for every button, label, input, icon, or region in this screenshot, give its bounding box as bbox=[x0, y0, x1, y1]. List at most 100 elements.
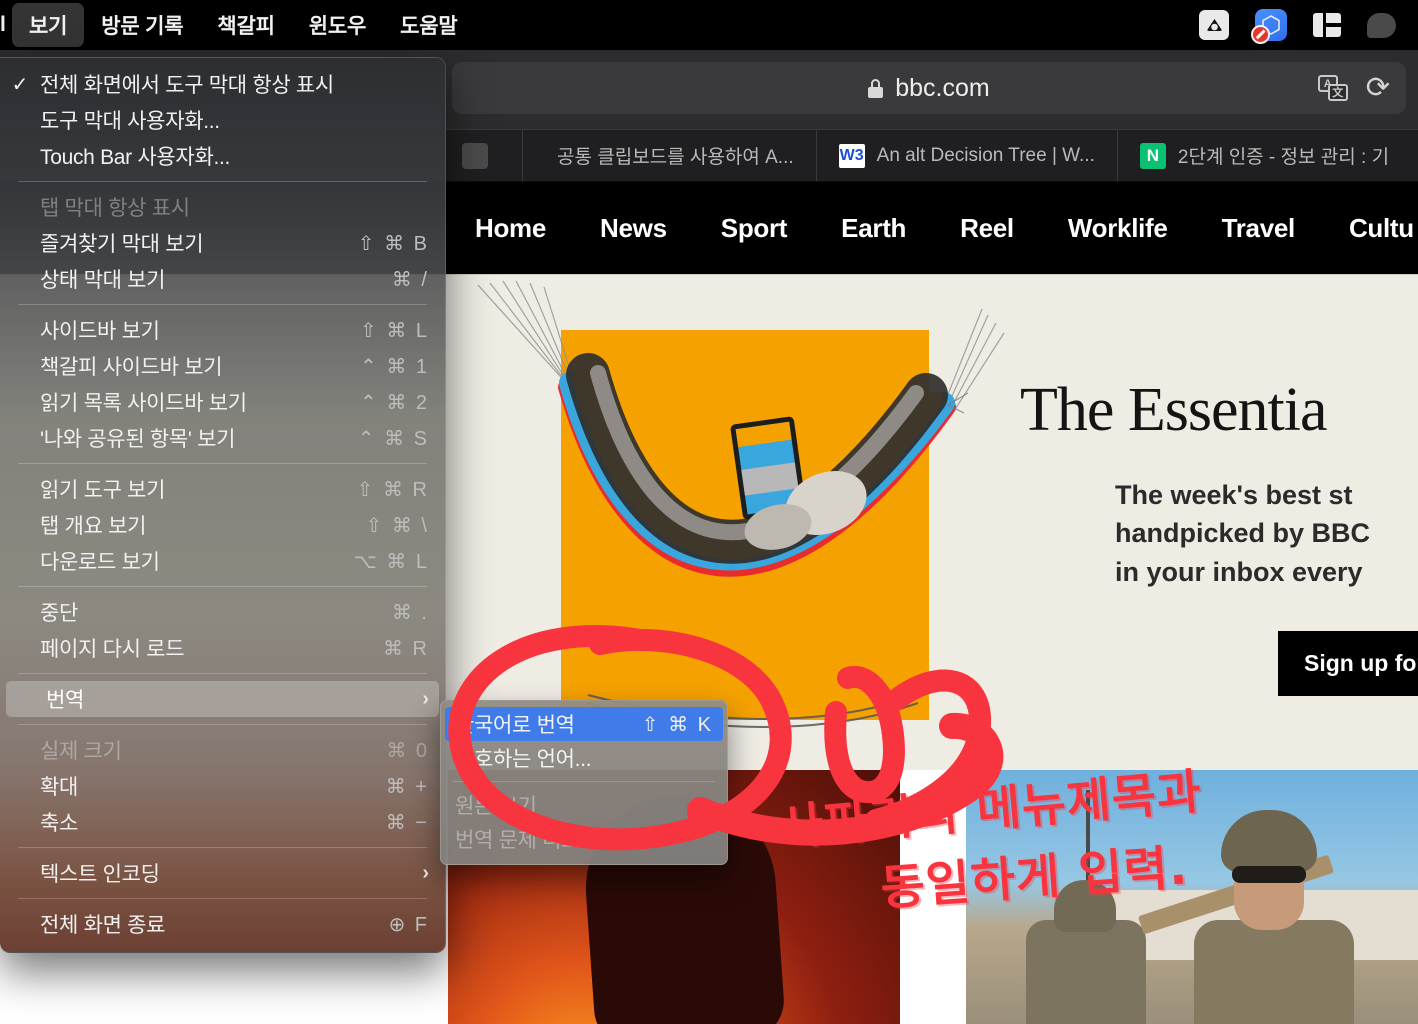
translate-icon[interactable]: A文 bbox=[1317, 75, 1348, 101]
view-menu-dropdown: ✓ 전체 화면에서 도구 막대 항상 표시 도구 막대 사용자화... Touc… bbox=[0, 57, 446, 953]
menu-item-label: 도구 막대 사용자화... bbox=[40, 110, 220, 133]
menu-item-shortcut: ⌘ . bbox=[391, 601, 429, 624]
menu-item-text-encoding[interactable]: 텍스트 인코딩 › bbox=[0, 855, 445, 891]
menu-item-zoom-in[interactable]: 확대 ⌘ + bbox=[0, 768, 445, 804]
menu-separator bbox=[18, 586, 427, 587]
menu-item-shortcut: ⌥ ⌘ L bbox=[353, 550, 429, 573]
promo-title: The Essentia bbox=[1020, 376, 1328, 444]
menubar-item-view-label: 보기 bbox=[29, 15, 68, 38]
bbc-nav-news[interactable]: News bbox=[573, 213, 694, 244]
submenu-item-label: 한국어로 번역 bbox=[455, 714, 575, 737]
menu-item-label: 읽기 목록 사이드바 보기 bbox=[40, 392, 247, 415]
menu-item-customize-toolbar[interactable]: 도구 막대 사용자화... bbox=[0, 102, 445, 138]
menu-item-show-status-bar[interactable]: 상태 막대 보기 ⌘ / bbox=[0, 261, 445, 297]
menu-item-label: 번역 bbox=[46, 689, 85, 712]
menubar-item-help[interactable]: 도움말 bbox=[383, 3, 474, 47]
menu-item-show-tab-overview[interactable]: 탭 개요 보기 ⇧ ⌘ \ bbox=[0, 507, 445, 543]
address-bar[interactable]: bbc.com A文 ⟳ bbox=[452, 62, 1406, 114]
menubar-item-view[interactable]: 보기 bbox=[12, 3, 85, 47]
soldier-main-sunglasses bbox=[1232, 866, 1306, 883]
bbc-nav-reel[interactable]: Reel bbox=[933, 213, 1041, 244]
lock-icon bbox=[868, 78, 884, 98]
mac-menu-bar: l 보기 방문 기록 책갈피 윈도우 도움말 bbox=[0, 0, 1418, 50]
signup-button[interactable]: Sign up for free › bbox=[1278, 630, 1418, 696]
url-text: bbc.com bbox=[895, 73, 990, 102]
menu-separator bbox=[18, 181, 427, 182]
menubar-item-history[interactable]: 방문 기록 bbox=[84, 3, 200, 47]
menu-item-show-bookmarks-sidebar[interactable]: 책갈피 사이드바 보기 ⌃ ⌘ 1 bbox=[0, 348, 445, 384]
bookmark-label-2: An alt Decision Tree | W... bbox=[876, 144, 1095, 166]
menubar-item-history-label: 방문 기록 bbox=[101, 15, 184, 38]
promo-subtitle-line-1: The week's best st bbox=[1115, 480, 1353, 510]
bbc-nav-travel[interactable]: Travel bbox=[1195, 213, 1322, 244]
menu-item-shortcut: ⌘ 0 bbox=[386, 739, 429, 762]
address-bar-actions: A文 ⟳ bbox=[1317, 73, 1390, 103]
hammock-artwork bbox=[477, 280, 1005, 728]
address-bar-content: bbc.com bbox=[868, 73, 990, 103]
submenu-item-translate-to-korean[interactable]: 한국어로 번역 ⇧ ⌘ K bbox=[445, 707, 723, 741]
chevron-right-icon: › bbox=[422, 861, 429, 884]
menu-item-shortcut: ⌃ ⌘ 1 bbox=[360, 355, 429, 378]
menu-item-show-downloads[interactable]: 다운로드 보기 ⌥ ⌘ L bbox=[0, 543, 445, 579]
menu-item-shortcut: ⌘ − bbox=[385, 811, 429, 834]
menu-item-customize-touch-bar[interactable]: Touch Bar 사용자화... bbox=[0, 138, 445, 174]
menu-item-shortcut: ⌘ R bbox=[383, 637, 429, 660]
menu-item-label: 책갈피 사이드바 보기 bbox=[40, 356, 223, 379]
bookmark-item-3[interactable]: N 2단계 인증 - 정보 관리 : 기 bbox=[1116, 130, 1411, 181]
naver-icon: N bbox=[1139, 142, 1166, 169]
menu-item-shortcut: ⇧ ⌘ R bbox=[356, 478, 429, 501]
menu-item-stop[interactable]: 중단 ⌘ . bbox=[0, 594, 445, 630]
menu-separator bbox=[18, 304, 427, 305]
speech-bubble-icon[interactable] bbox=[1367, 12, 1396, 38]
submenu-item-label: 번역 문제 리포트 bbox=[455, 829, 600, 852]
menu-item-reload-page[interactable]: 페이지 다시 로드 ⌘ R bbox=[0, 630, 445, 666]
menu-item-always-show-toolbar-fullscreen[interactable]: ✓ 전체 화면에서 도구 막대 항상 표시 bbox=[0, 66, 445, 102]
menu-item-label: 사이드바 보기 bbox=[40, 320, 160, 343]
split-layout-icon[interactable] bbox=[1313, 13, 1341, 37]
menu-item-translate[interactable]: 번역 › bbox=[6, 681, 439, 717]
bbc-nav-worklife[interactable]: Worklife bbox=[1041, 213, 1195, 244]
menu-item-label: '나와 공유된 항목' 보기 bbox=[40, 428, 236, 451]
bookmark-item-2[interactable]: W3 An alt Decision Tree | W... bbox=[815, 130, 1117, 181]
menu-item-exit-full-screen[interactable]: 전체 화면 종료 ⊕ F bbox=[0, 906, 445, 942]
bookmark-item-0[interactable] bbox=[440, 130, 522, 181]
menu-item-shortcut: ⇧ ⌘ B bbox=[357, 232, 429, 255]
menu-item-show-favorites-bar[interactable]: 즐겨찾기 막대 보기 ⇧ ⌘ B bbox=[0, 225, 445, 261]
promo-subtitle-line-2: handpicked by BBC bbox=[1115, 518, 1371, 549]
menu-item-show-shared-with-you[interactable]: '나와 공유된 항목' 보기 ⌃ ⌘ S bbox=[0, 420, 445, 456]
checkmark-icon: ✓ bbox=[11, 73, 29, 96]
menu-item-shortcut: ⌘ / bbox=[391, 268, 429, 291]
menu-item-show-sidebar[interactable]: 사이드바 보기 ⇧ ⌘ L bbox=[0, 312, 445, 348]
submenu-item-preferred-languages[interactable]: 선호하는 언어... bbox=[441, 741, 727, 775]
bbc-nav-sport[interactable]: Sport bbox=[694, 213, 814, 244]
menu-item-label: 전체 화면에서 도구 막대 항상 표시 bbox=[40, 74, 334, 97]
menu-item-shortcut: ⇧ ⌘ \ bbox=[365, 514, 429, 537]
hammock-illustration bbox=[448, 275, 1008, 770]
bbc-nav-home[interactable]: Home bbox=[448, 213, 573, 244]
submenu-item-shortcut: ⇧ ⌘ K bbox=[641, 713, 713, 736]
menubar-items: 보기 방문 기록 책갈피 윈도우 도움말 bbox=[10, 0, 475, 50]
menu-item-show-reading-list-sidebar[interactable]: 읽기 목록 사이드바 보기 ⌃ ⌘ 2 bbox=[0, 384, 445, 420]
menubar-status-icons bbox=[1199, 9, 1418, 44]
menubar-item-bookmarks[interactable]: 책갈피 bbox=[200, 3, 291, 47]
submenu-item-label: 원본 보기 bbox=[455, 795, 537, 818]
menu-item-zoom-out[interactable]: 축소 ⌘ − bbox=[0, 804, 445, 840]
bbc-nav-earth[interactable]: Earth bbox=[814, 213, 933, 244]
menu-item-shortcut: ⊕ F bbox=[388, 913, 429, 936]
menu-item-shortcut: ⇧ ⌘ L bbox=[360, 319, 429, 342]
menu-item-label: 즐겨찾기 막대 보기 bbox=[40, 233, 204, 256]
blocked-app-icon[interactable] bbox=[1251, 9, 1287, 44]
menu-item-show-reader[interactable]: 읽기 도구 보기 ⇧ ⌘ R bbox=[0, 471, 445, 507]
bookmark-item-1[interactable]: 공통 클립보드를 사용하여 A... bbox=[522, 130, 816, 181]
menu-separator bbox=[18, 463, 427, 464]
soldier-main-helmet bbox=[1221, 810, 1317, 872]
menubar-item-window[interactable]: 윈도우 bbox=[292, 3, 383, 47]
reload-icon[interactable]: ⟳ bbox=[1366, 73, 1390, 103]
bookmark-label-3: 2단계 인증 - 정보 관리 : 기 bbox=[1177, 147, 1390, 168]
translate-submenu: 한국어로 번역 ⇧ ⌘ K 선호하는 언어... 원본 보기 번역 문제 리포트 bbox=[440, 700, 728, 865]
menubar-item-bookmarks-label: 책갈피 bbox=[217, 15, 275, 38]
menubar-item-help-label: 도움말 bbox=[400, 15, 458, 38]
bbc-nav-culture[interactable]: Cultu bbox=[1322, 213, 1418, 244]
cloud-upload-icon[interactable] bbox=[1199, 10, 1229, 40]
menu-item-label: 중단 bbox=[40, 602, 79, 625]
